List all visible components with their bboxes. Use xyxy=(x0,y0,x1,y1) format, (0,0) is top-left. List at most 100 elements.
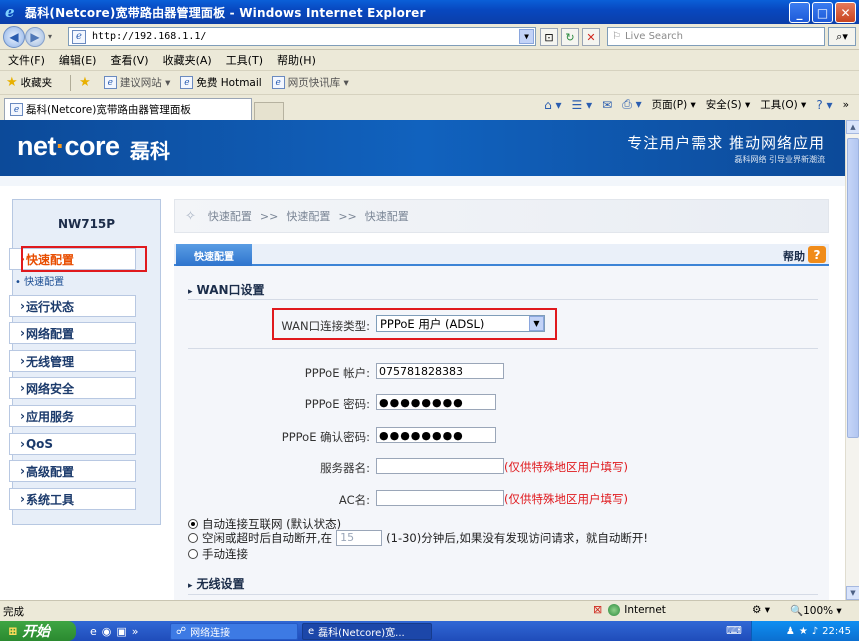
help-label[interactable]: 帮助 xyxy=(783,248,805,264)
ac-name-label: AC名: xyxy=(338,493,370,507)
radio-button[interactable] xyxy=(188,549,198,559)
fav-label: 免费 Hotmail xyxy=(196,77,262,89)
popup-blocked-icon[interactable]: ⊠ xyxy=(593,603,602,616)
search-button[interactable]: ⌕▾ xyxy=(828,27,856,46)
compat-icon[interactable]: ⊡ xyxy=(540,28,558,46)
tab-quick-setup[interactable]: 快速配置 xyxy=(176,244,252,266)
scroll-up-icon[interactable]: ▲ xyxy=(846,120,859,134)
tray-icon[interactable]: ♟ xyxy=(786,626,795,637)
fav-hotmail[interactable]: e 免费 Hotmail xyxy=(180,75,262,90)
tools-menu[interactable]: 工具(O) ▾ xyxy=(760,97,806,112)
ie-page-icon: e xyxy=(10,103,23,116)
menu-favorites[interactable]: 收藏夹(A) xyxy=(163,52,212,68)
url-dropdown-icon[interactable]: ▼ xyxy=(519,29,534,44)
media-quicklaunch-icon[interactable]: ◉ xyxy=(102,625,112,638)
safety-menu[interactable]: 安全(S) ▾ xyxy=(706,97,750,112)
sidebar-item-security[interactable]: › 网络安全 xyxy=(9,377,136,399)
desktop-quicklaunch-icon[interactable]: ▣ xyxy=(116,625,126,638)
maximize-button[interactable]: □ xyxy=(812,2,833,23)
task-ie-window[interactable]: e 磊科(Netcore)宽... xyxy=(302,622,432,640)
sidebar-item-qos[interactable]: › QoS xyxy=(9,433,136,455)
menu-edit[interactable]: 编辑(E) xyxy=(59,52,97,68)
tab-router-admin[interactable]: e 磊科(Netcore)宽带路由器管理面板 xyxy=(4,98,252,120)
pppoe-account-label: PPPoE 帐户: xyxy=(304,366,370,380)
minimize-button[interactable]: _ xyxy=(789,2,810,23)
pppoe-account-input[interactable]: 075781828383 xyxy=(376,363,504,379)
pppoe-confirm-input[interactable]: ●●●●●●●● xyxy=(376,427,496,443)
globe-icon xyxy=(608,603,621,616)
page-menu[interactable]: 页面(P) ▾ xyxy=(652,97,696,112)
print-icon[interactable]: ⎙ ▾ xyxy=(622,97,641,112)
menu-view[interactable]: 查看(V) xyxy=(110,52,148,68)
help-icon[interactable]: ? xyxy=(808,246,826,263)
close-button[interactable]: ✕ xyxy=(835,2,856,23)
radio-button[interactable] xyxy=(188,519,198,529)
ac-name-input[interactable] xyxy=(376,490,504,506)
keyboard-icon[interactable]: ⌨ xyxy=(726,624,742,637)
stop-icon[interactable]: ✕ xyxy=(582,28,600,46)
back-button[interactable]: ◀ xyxy=(3,25,25,48)
sidebar-item-services[interactable]: › 应用服务 xyxy=(9,405,136,427)
fav-label: 建议网站 ▾ xyxy=(119,77,171,89)
highlight-box-sidebar xyxy=(21,246,147,272)
idle-minutes-input[interactable]: 15 xyxy=(336,530,383,546)
sidebar-item-system-tools[interactable]: › 系统工具 xyxy=(9,488,136,510)
add-favorite-button[interactable]: ★ xyxy=(79,75,94,90)
task-label: 网络连接 xyxy=(190,627,231,639)
home-icon[interactable]: ⌂ ▾ xyxy=(544,98,561,112)
header-gap xyxy=(0,176,845,186)
vertical-scrollbar[interactable]: ▲ ▼ xyxy=(845,120,859,600)
zone-label: Internet xyxy=(624,603,666,616)
new-tab-button[interactable] xyxy=(254,102,284,120)
sidebar-item-wireless[interactable]: › 无线管理 xyxy=(9,350,136,372)
system-tray: ♟ ★ ♪ 22:45 xyxy=(751,621,859,641)
tray-icon[interactable]: ★ xyxy=(799,626,808,637)
volume-icon[interactable]: ♪ xyxy=(812,626,818,637)
forward-button[interactable]: ▶ xyxy=(25,26,45,47)
live-search-icon: ⚐ xyxy=(612,31,621,42)
sidebar-item-status[interactable]: › 运行状态 xyxy=(9,295,136,317)
menu-tools[interactable]: 工具(T) xyxy=(226,52,263,68)
start-button[interactable]: ⊞ 开始 xyxy=(0,621,76,641)
menu-help[interactable]: 帮助(H) xyxy=(277,52,316,68)
radio-manual-connect[interactable]: 手动连接 xyxy=(188,546,248,562)
overflow-chevron-icon[interactable]: » xyxy=(843,99,849,111)
protected-mode-icon[interactable]: ⚙ ▾ xyxy=(752,604,770,616)
status-text: 完成 xyxy=(3,605,24,618)
ie-quicklaunch-icon[interactable]: e xyxy=(90,625,97,638)
mail-icon[interactable]: ✉ xyxy=(602,98,612,112)
help-circle-icon[interactable]: ? ▾ xyxy=(816,98,832,112)
task-network-connections[interactable]: ☍ 网络连接 xyxy=(170,622,298,640)
history-dropdown-icon[interactable]: ▾ xyxy=(48,32,52,41)
sub-slogan: 磊科网络 引导业界新潮流 xyxy=(734,155,825,164)
radio-button[interactable] xyxy=(188,533,198,543)
sparkle-icon: ✧ xyxy=(185,208,196,224)
fav-suggested-sites[interactable]: e 建议网站 ▾ xyxy=(103,75,171,90)
favorites-button[interactable]: ★ 收藏夹 xyxy=(6,75,52,90)
divider xyxy=(188,594,818,595)
url-input[interactable]: e http://192.168.1.1/ ▼ xyxy=(68,27,536,46)
refresh-icon[interactable]: ↻ xyxy=(561,28,579,46)
quick-launch: e ◉ ▣ » xyxy=(90,625,166,638)
server-name-input[interactable] xyxy=(376,458,504,474)
sidebar-subitem-quick-setup[interactable]: • 快速配置 xyxy=(15,273,64,288)
radio-idle-disconnect[interactable]: 空闲或超时后自动断开,在 15 (1-30)分钟后,如果没有发现访问请求，就自动… xyxy=(188,530,648,546)
quicklaunch-overflow-icon[interactable]: » xyxy=(132,625,139,638)
ie-task-icon: e xyxy=(308,625,315,637)
sidebar-item-label: 高级配置 xyxy=(25,464,74,479)
internet-zone[interactable]: Internet xyxy=(608,603,666,616)
sidebar-item-network[interactable]: › 网络配置 xyxy=(9,322,136,344)
fav-web-slice[interactable]: e 网页快讯库 ▾ xyxy=(271,75,349,90)
scroll-down-icon[interactable]: ▼ xyxy=(846,586,859,600)
search-input[interactable]: ⚐ Live Search xyxy=(607,27,825,46)
scroll-thumb[interactable] xyxy=(847,138,859,438)
menu-file[interactable]: 文件(F) xyxy=(8,52,45,68)
wireless-section-title: ▸ 无线设置 xyxy=(188,577,245,591)
window-controls: _ □ ✕ xyxy=(789,2,856,23)
feeds-icon[interactable]: ☰ ▾ xyxy=(572,98,593,112)
pppoe-password-label: PPPoE 密码: xyxy=(304,397,370,411)
zoom-level[interactable]: 🔍100% ▾ xyxy=(790,604,842,617)
pppoe-password-input[interactable]: ●●●●●●●● xyxy=(376,394,496,410)
sidebar-item-advanced[interactable]: › 高级配置 xyxy=(9,460,136,482)
radio-label: 空闲或超时后自动断开,在 xyxy=(202,531,333,545)
